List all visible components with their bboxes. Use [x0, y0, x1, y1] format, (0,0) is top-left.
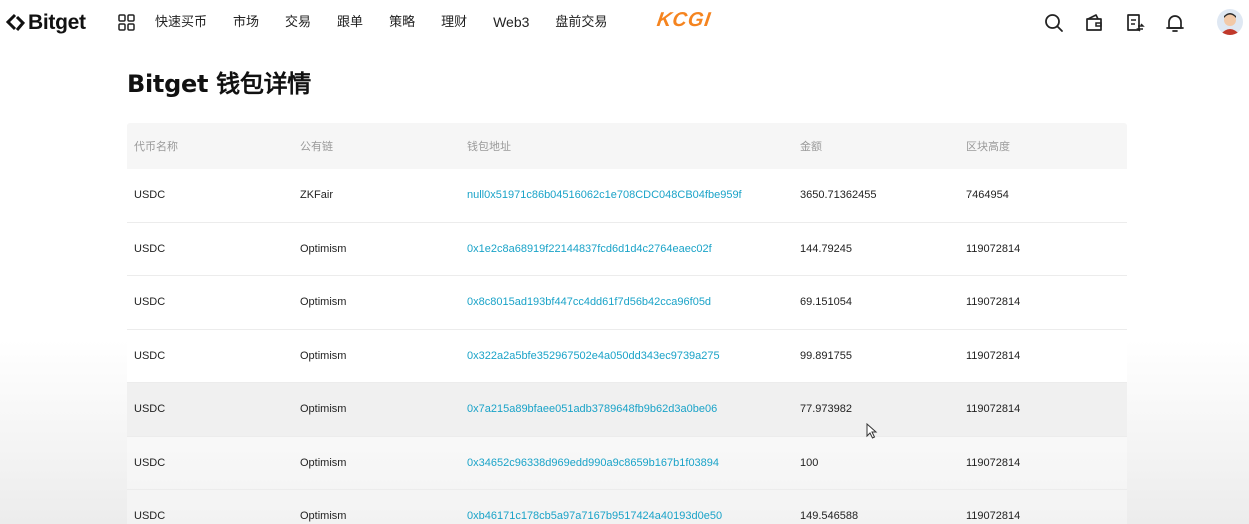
- orders-icon[interactable]: [1124, 12, 1146, 34]
- nav-markets[interactable]: 市场: [233, 14, 259, 31]
- table-row: USDC Optimism 0xb46171c178cb5a97a7167b95…: [127, 490, 1127, 524]
- token-cell: USDC: [134, 296, 166, 309]
- col-height: 区块高度: [966, 140, 1010, 153]
- amount-cell: 77.973982: [800, 403, 852, 416]
- avatar-icon: [1220, 13, 1240, 35]
- mouse-cursor-icon: [866, 423, 878, 439]
- bitget-logo-icon: [6, 13, 26, 31]
- nav-strategy[interactable]: 策略: [389, 14, 415, 31]
- table-row: USDC ZKFair null0x51971c86b04516062c1e70…: [127, 169, 1127, 223]
- height-cell: 7464954: [966, 189, 1009, 202]
- address-link[interactable]: 0x34652c96338d969edd990a9c8659b167b1f038…: [467, 457, 719, 469]
- logo-text: Bitget: [28, 11, 86, 34]
- table-header: 代币名称 公有链 钱包地址 金额 区块高度: [127, 123, 1127, 169]
- col-address: 钱包地址: [467, 140, 511, 153]
- nav-copy-trading[interactable]: 跟单: [337, 14, 363, 31]
- nav-earn[interactable]: 理财: [441, 14, 467, 31]
- table-row: USDC Optimism 0x322a2a5bfe352967502e4a05…: [127, 329, 1127, 383]
- apps-grid-icon[interactable]: [118, 14, 135, 31]
- address-link[interactable]: 0xb46171c178cb5a97a7167b9517424a40193d0e…: [467, 510, 722, 522]
- token-cell: USDC: [134, 456, 166, 469]
- chain-cell: Optimism: [300, 456, 347, 469]
- kcgi-promo-logo[interactable]: KCGI: [655, 9, 713, 32]
- amount-cell: 3650.71362455: [800, 189, 877, 202]
- height-cell: 119072814: [966, 456, 1021, 469]
- nav-pre-market[interactable]: 盘前交易: [555, 14, 607, 31]
- token-cell: USDC: [134, 349, 166, 362]
- amount-cell: 100: [800, 456, 819, 469]
- height-cell: 119072814: [966, 510, 1021, 523]
- amount-cell: 149.546588: [800, 510, 859, 523]
- table-row: USDC Optimism 0x1e2c8a68919f22144837fcd6…: [127, 222, 1127, 276]
- address-link[interactable]: 0x8c8015ad193bf447cc4dd61f7d56b42cca96f0…: [467, 296, 711, 308]
- nav-web3[interactable]: Web3: [493, 14, 529, 31]
- main-nav: 快速买币 市场 交易 跟单 策略 理财 Web3 盘前交易: [155, 14, 633, 31]
- token-cell: USDC: [134, 510, 166, 523]
- col-token: 代币名称: [134, 140, 178, 153]
- address-link[interactable]: 0x7a215a89bfaee051adb3789648fb9b62d3a0be…: [467, 403, 717, 415]
- height-cell: 119072814: [966, 349, 1021, 362]
- table-row: USDC Optimism 0x34652c96338d969edd990a9c…: [127, 436, 1127, 490]
- page-title: Bitget 钱包详情: [127, 70, 311, 98]
- address-link[interactable]: null0x51971c86b04516062c1e708CDC048CB04f…: [467, 189, 742, 201]
- chain-cell: Optimism: [300, 242, 347, 255]
- address-link[interactable]: 0x322a2a5bfe352967502e4a050dd343ec9739a2…: [467, 350, 720, 362]
- col-amount: 金额: [800, 140, 822, 153]
- nav-quick-buy[interactable]: 快速买币: [155, 14, 207, 31]
- token-cell: USDC: [134, 403, 166, 416]
- chain-cell: Optimism: [300, 349, 347, 362]
- height-cell: 119072814: [966, 296, 1021, 309]
- address-link[interactable]: 0x1e2c8a68919f22144837fcd6d1d4c2764eaec0…: [467, 243, 712, 255]
- chain-cell: ZKFair: [300, 189, 333, 202]
- wallet-icon[interactable]: [1083, 12, 1105, 34]
- search-icon[interactable]: [1043, 12, 1065, 34]
- table-row: USDC Optimism 0x7a215a89bfaee051adb37896…: [127, 383, 1127, 437]
- token-cell: USDC: [134, 242, 166, 255]
- top-nav-bar: Bitget 快速买币 市场 交易 跟单 策略 理财 Web3 盘前交易 KCG…: [0, 0, 1249, 46]
- nav-trade[interactable]: 交易: [285, 14, 311, 31]
- user-avatar[interactable]: [1217, 9, 1243, 35]
- col-chain: 公有链: [300, 140, 333, 153]
- amount-cell: 69.151054: [800, 296, 852, 309]
- chain-cell: Optimism: [300, 296, 347, 309]
- token-cell: USDC: [134, 189, 166, 202]
- height-cell: 119072814: [966, 403, 1021, 416]
- amount-cell: 144.79245: [800, 242, 852, 255]
- amount-cell: 99.891755: [800, 349, 852, 362]
- chain-cell: Optimism: [300, 403, 347, 416]
- chain-cell: Optimism: [300, 510, 347, 523]
- bitget-logo[interactable]: Bitget: [6, 11, 86, 35]
- table-row: USDC Optimism 0x8c8015ad193bf447cc4dd61f…: [127, 276, 1127, 330]
- height-cell: 119072814: [966, 242, 1021, 255]
- bell-icon[interactable]: [1164, 12, 1186, 34]
- wallet-table: 代币名称 公有链 钱包地址 金额 区块高度 USDC ZKFair null0x…: [127, 123, 1127, 524]
